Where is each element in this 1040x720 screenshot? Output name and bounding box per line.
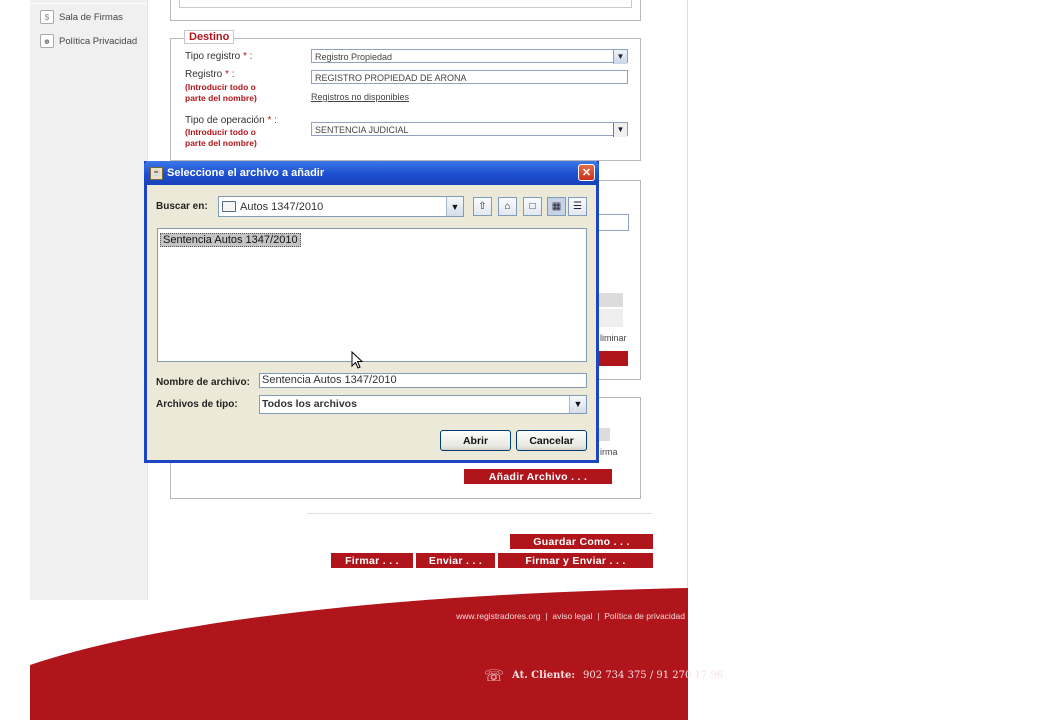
- left-sidebar: [30, 0, 148, 600]
- look-in-label: Buscar en:: [156, 201, 208, 212]
- filename-label: Nombre de archivo:: [156, 377, 250, 388]
- sidebar-item-sala-firmas[interactable]: $ Sala de Firmas: [40, 8, 123, 26]
- anadir-archivo-button[interactable]: Añadir Archivo . . .: [464, 469, 612, 484]
- filetype-combo[interactable]: Todos los archivos ▼: [259, 395, 587, 414]
- aviso-legal-link[interactable]: aviso legal: [552, 611, 592, 621]
- sidebar-divider: [30, 3, 147, 4]
- new-folder-icon[interactable]: □: [523, 197, 542, 216]
- background-cell: [598, 428, 610, 441]
- registradores-link[interactable]: www.registradores.org: [456, 611, 541, 621]
- details-view-icon[interactable]: ☰: [568, 197, 587, 216]
- up-folder-icon[interactable]: ⇧: [473, 197, 492, 216]
- phone-icon: ☏: [484, 666, 505, 685]
- close-icon[interactable]: ✕: [578, 164, 595, 181]
- filetype-label: Archivos de tipo:: [156, 399, 238, 410]
- customer-service-phones: 902 734 375 / 91 270 17 96: [583, 670, 724, 681]
- sidebar-item-politica-privacidad[interactable]: ☻ Política Privacidad: [40, 32, 137, 50]
- customer-service: ☏ At. Cliente: 902 734 375 / 91 270 17 9…: [484, 666, 723, 685]
- filetype-value: Todos los archivos: [262, 398, 357, 410]
- list-view-icon[interactable]: ▦: [547, 197, 566, 216]
- eliminar-text[interactable]: liminar: [600, 333, 627, 343]
- sidebar-item-label: Política Privacidad: [59, 35, 138, 47]
- document-dollar-icon: $: [40, 10, 54, 24]
- footer-separator: |: [545, 611, 548, 621]
- tipo-registro-label: Tipo registro * :: [185, 51, 253, 62]
- customer-service-label: At. Cliente:: [512, 670, 576, 681]
- footer-red-wave: [30, 588, 688, 720]
- registro-input[interactable]: REGISTRO PROPIEDAD DE ARONA: [311, 70, 628, 84]
- tipo-operacion-select[interactable]: SENTENCIA JUDICIAL ▼: [311, 122, 628, 137]
- open-button[interactable]: Abrir: [440, 430, 511, 451]
- firmar-button[interactable]: Firmar . . .: [331, 553, 413, 568]
- list-item[interactable]: Sentencia Autos 1347/2010: [160, 233, 301, 247]
- tipo-registro-value: Registro Propiedad: [315, 52, 393, 62]
- java-cup-icon: ☕: [150, 166, 163, 180]
- tipo-operacion-hint: (Introducir todo o parte del nombre): [185, 127, 257, 148]
- background-table-row: [598, 309, 623, 327]
- registro-hint: (Introducir todo o parte del nombre): [185, 82, 257, 103]
- action-separator: [307, 513, 652, 514]
- file-list[interactable]: [157, 228, 587, 362]
- enviar-button[interactable]: Enviar . . .: [416, 553, 495, 568]
- sidebar-item-label: Sala de Firmas: [59, 11, 123, 23]
- firma-text: irma: [600, 447, 618, 457]
- previous-field: [179, 0, 632, 8]
- background-input: [598, 214, 629, 231]
- footer-separator: |: [597, 611, 600, 621]
- filename-input[interactable]: Sentencia Autos 1347/2010: [259, 373, 587, 388]
- chevron-down-icon[interactable]: ▼: [569, 396, 586, 413]
- politica-privacidad-link[interactable]: Política de privacidad: [604, 611, 685, 621]
- background-table-header: [598, 293, 623, 307]
- folder-icon: [222, 201, 236, 212]
- background-red-button: [598, 351, 628, 366]
- home-icon[interactable]: ⌂: [498, 197, 517, 216]
- registro-label: Registro * :: [185, 69, 235, 80]
- guardar-como-button[interactable]: Guardar Como . . .: [510, 534, 653, 549]
- destino-legend: Destino: [184, 30, 235, 44]
- person-icon: ☻: [40, 34, 54, 48]
- firmar-y-enviar-button[interactable]: Firmar y Enviar . . .: [498, 553, 653, 568]
- dialog-titlebar[interactable]: ☕ Seleccione el archivo a añadir ✕: [144, 161, 599, 185]
- tipo-operacion-value: SENTENCIA JUDICIAL: [315, 125, 409, 135]
- tipo-registro-select[interactable]: Registro Propiedad ▼: [311, 49, 628, 64]
- mouse-cursor-icon: [351, 351, 363, 369]
- cancel-button[interactable]: Cancelar: [516, 430, 587, 451]
- dialog-title: Seleccione el archivo a añadir: [167, 167, 325, 179]
- look-in-combo[interactable]: Autos 1347/2010 ▼: [218, 196, 464, 217]
- chevron-down-icon[interactable]: ▼: [446, 197, 463, 216]
- chevron-down-icon[interactable]: ▼: [613, 123, 627, 137]
- look-in-value: Autos 1347/2010: [240, 200, 324, 213]
- tipo-operacion-label: Tipo de operación * :: [185, 115, 277, 126]
- footer-links: www.registradores.org | aviso legal | Po…: [456, 611, 685, 621]
- registros-no-disponibles-link[interactable]: Registros no disponibles: [311, 92, 409, 102]
- chevron-down-icon[interactable]: ▼: [613, 50, 627, 64]
